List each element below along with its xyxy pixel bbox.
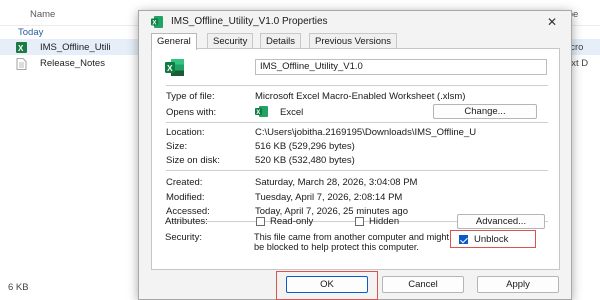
size-label: Size: (166, 141, 188, 152)
svg-text:X: X (256, 110, 260, 116)
close-button[interactable]: ✕ (541, 13, 563, 31)
attributes-label: Attributes: (165, 216, 208, 227)
tab-security[interactable]: Security (207, 33, 254, 49)
unblock-label[interactable]: Unblock (474, 234, 508, 245)
advanced-button[interactable]: Advanced... (457, 214, 545, 229)
type-of-file-label: Type of file: (166, 91, 215, 102)
dialog-titlebar[interactable]: X IMS_Offline_Utility_V1.0 Properties ✕ (139, 11, 571, 33)
change-button[interactable]: Change... (433, 104, 537, 119)
read-only-label[interactable]: Read-only (270, 216, 313, 227)
file-row-name: IMS_Offline_Utili (40, 42, 111, 53)
modified-label: Modified: (166, 192, 205, 203)
text-file-icon (16, 58, 27, 70)
group-header-today[interactable]: Today (18, 27, 43, 38)
cancel-button[interactable]: Cancel (382, 276, 464, 293)
size-on-disk-value: 520 KB (532,480 bytes) (255, 155, 355, 166)
apply-button[interactable]: Apply (477, 276, 559, 293)
size-value: 516 KB (529,296 bytes) (255, 141, 355, 152)
hidden-checkbox[interactable] (355, 217, 364, 226)
dialog-title: IMS_Offline_Utility_V1.0 Properties (171, 16, 328, 27)
excel-app-icon: X (255, 106, 268, 120)
status-bar-size: 6 KB (8, 282, 29, 293)
unblock-checkbox[interactable] (459, 235, 468, 244)
type-of-file-value: Microsoft Excel Macro-Enabled Worksheet … (255, 91, 466, 102)
tab-details[interactable]: Details (260, 33, 302, 49)
excel-file-large-icon: X (165, 59, 185, 77)
tab-general[interactable]: General (151, 33, 197, 50)
svg-text:X: X (18, 44, 24, 53)
properties-dialog: X IMS_Offline_Utility_V1.0 Properties ✕ … (138, 10, 572, 300)
separator (166, 122, 548, 123)
size-on-disk-label: Size on disk: (166, 155, 220, 166)
security-warning-text: This file came from another computer and… (254, 232, 450, 252)
excel-file-icon: X (16, 42, 27, 53)
tab-strip: General Security Details Previous Versio… (151, 33, 561, 50)
file-row-name: Release_Notes (40, 58, 105, 69)
svg-text:X: X (152, 19, 157, 26)
separator (166, 85, 548, 86)
opens-with-label: Opens with: (166, 107, 217, 118)
read-only-checkbox[interactable] (256, 217, 265, 226)
file-name-field[interactable]: IMS_Offline_Utility_V1.0 (255, 59, 547, 75)
column-header-name[interactable]: Name (30, 9, 55, 20)
modified-value: Tuesday, April 7, 2026, 2:08:14 PM (255, 192, 403, 203)
opens-with-value: Excel (280, 107, 304, 118)
ok-button[interactable]: OK (286, 276, 368, 293)
excel-title-icon: X (151, 16, 163, 28)
location-value: C:\Users\jobitha.2169195\Downloads\IMS_O… (255, 127, 477, 138)
security-label: Security: (165, 232, 202, 243)
svg-text:X: X (167, 63, 173, 73)
hidden-label[interactable]: Hidden (369, 216, 399, 227)
created-label: Created: (166, 177, 203, 188)
tab-previous-versions[interactable]: Previous Versions (309, 33, 398, 49)
location-label: Location: (166, 127, 205, 138)
separator (166, 170, 548, 171)
created-value: Saturday, March 28, 2026, 3:04:08 PM (255, 177, 418, 188)
